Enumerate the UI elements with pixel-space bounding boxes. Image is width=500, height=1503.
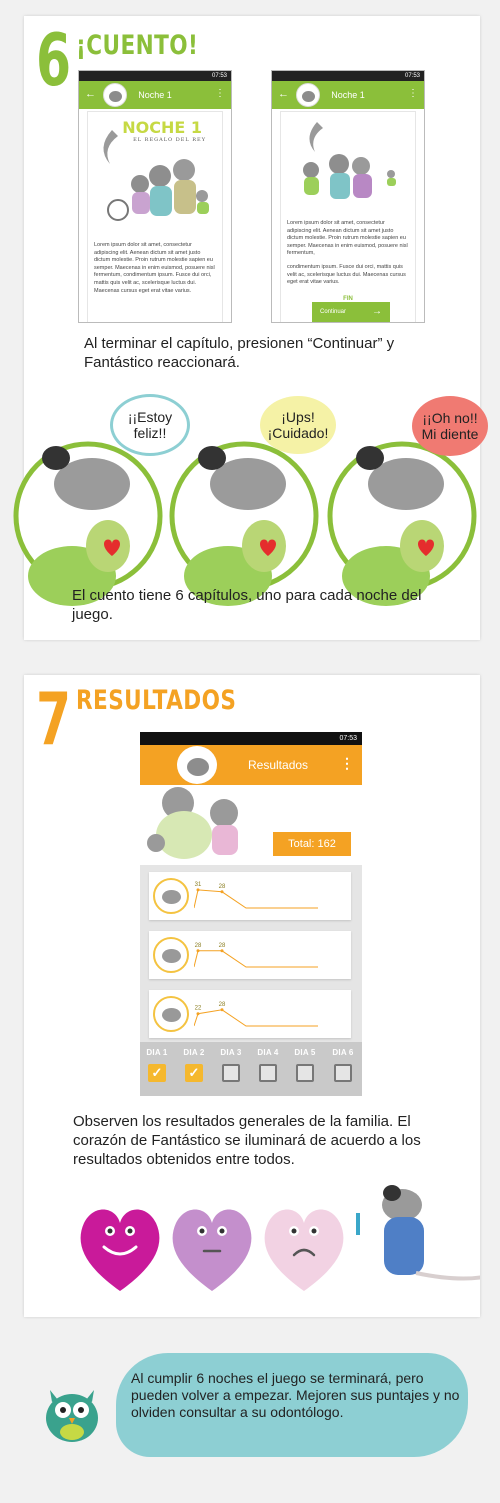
checkbox-checked-icon[interactable]: ✓ bbox=[185, 1064, 203, 1082]
member-result-card[interactable]: 31 28 bbox=[149, 872, 351, 920]
status-bar: 07:53 bbox=[79, 71, 231, 81]
score-label: 22 bbox=[195, 1006, 202, 1012]
arrow-right-icon: → bbox=[372, 306, 382, 317]
app-bar-title: Noche 1 bbox=[138, 90, 172, 100]
heart-neutral-icon bbox=[172, 1209, 252, 1291]
story-page: NOCHE 1 EL REGALO DEL REY Lorem ipsum do… bbox=[87, 111, 223, 322]
character-happy bbox=[13, 441, 163, 606]
score-point bbox=[220, 1008, 224, 1012]
score-point bbox=[196, 1012, 200, 1016]
character-sad bbox=[327, 441, 477, 606]
score-label: 28 bbox=[219, 884, 226, 890]
heart-happy-icon bbox=[80, 1209, 160, 1291]
speech-bubble-happy: ¡¡Estoy feliz!! bbox=[110, 394, 190, 456]
chapter-subtitle: EL REGALO DEL REY bbox=[133, 137, 206, 143]
score-label: 28 bbox=[195, 943, 202, 949]
day-label: DIA 4 bbox=[257, 1048, 279, 1057]
bubble-text: ¡¡Estoy feliz!! bbox=[127, 409, 173, 441]
member-avatar bbox=[153, 937, 189, 973]
app-bar: ← Noche 1 ⋮ bbox=[79, 81, 231, 109]
story-text: Lorem ipsum dolor sit amet, consectetur … bbox=[94, 242, 215, 294]
day-5[interactable]: DIA 5 bbox=[290, 1048, 320, 1082]
phone-mockup-chapter-end: 07:53 ← Noche 1 ⋮ Lorem ipsum dolor sit … bbox=[271, 70, 425, 323]
bubble-text: ¡¡Oh no!! Mi diente bbox=[421, 410, 479, 442]
score-line-chart: 22 28 bbox=[194, 1002, 318, 1027]
score-line bbox=[194, 950, 318, 968]
owl-icon bbox=[46, 1390, 98, 1442]
menu-icon[interactable]: ⋮ bbox=[215, 88, 225, 99]
speech-bubble-worried: ¡Ups! ¡Cuidado! bbox=[260, 396, 336, 454]
app-bar-title: Noche 1 bbox=[331, 90, 365, 100]
chapter-title: NOCHE 1 bbox=[122, 118, 202, 137]
day-label: DIA 1 bbox=[146, 1048, 168, 1057]
menu-icon[interactable]: ⋮ bbox=[340, 755, 354, 772]
character-worried bbox=[169, 441, 319, 606]
member-result-card[interactable]: 28 28 bbox=[149, 931, 351, 979]
continue-button[interactable]: Continuar → bbox=[312, 302, 390, 322]
member-result-card[interactable]: 22 28 bbox=[149, 990, 351, 1038]
score-line-chart: 31 28 bbox=[194, 882, 318, 909]
day-label: DIA 5 bbox=[294, 1048, 316, 1057]
step-number: 6 bbox=[36, 18, 72, 102]
score-point bbox=[220, 890, 224, 894]
score-label: 28 bbox=[219, 1002, 226, 1008]
day-4[interactable]: DIA 4 bbox=[253, 1048, 283, 1082]
heart-sad-icon bbox=[264, 1209, 344, 1291]
speech-bubble-sad: ¡¡Oh no!! Mi diente bbox=[412, 396, 488, 456]
story-text-1: Lorem ipsum dolor sit amet, consectetur … bbox=[287, 220, 408, 257]
total-score-badge: Total: 162 bbox=[273, 832, 351, 856]
checkbox-empty-icon[interactable] bbox=[259, 1064, 277, 1082]
checkbox-empty-icon[interactable] bbox=[296, 1064, 314, 1082]
bubble-text: ¡Ups! ¡Cuidado! bbox=[267, 409, 329, 441]
day-3[interactable]: DIA 3 bbox=[216, 1048, 246, 1082]
status-bar: 07:53 bbox=[272, 71, 424, 81]
checkbox-empty-icon[interactable] bbox=[334, 1064, 352, 1082]
family-illustration bbox=[147, 787, 238, 859]
final-note: Al cumplir 6 noches el juego se terminar… bbox=[131, 1370, 460, 1420]
checkbox-checked-icon[interactable]: ✓ bbox=[148, 1064, 166, 1082]
day-1[interactable]: DIA 1 ✓ bbox=[142, 1048, 172, 1082]
score-line bbox=[194, 1009, 318, 1027]
step-number: 7 bbox=[36, 677, 72, 761]
score-label: 28 bbox=[219, 943, 226, 949]
mood-hearts bbox=[80, 1185, 480, 1291]
status-time: 07:53 bbox=[211, 73, 227, 79]
status-time: 07:53 bbox=[339, 735, 357, 742]
member-avatar bbox=[153, 996, 189, 1032]
score-line-chart: 28 28 bbox=[194, 943, 318, 968]
section-cuento: 6 ¡CUENTO! 07:53 ← Noche 1 ⋮ NOCHE 1 EL … bbox=[13, 16, 488, 640]
status-time: 07:53 bbox=[404, 73, 420, 79]
day-label: DIA 6 bbox=[332, 1048, 354, 1057]
phone-mockup-chapter-start: 07:53 ← Noche 1 ⋮ NOCHE 1 EL REGALO DEL … bbox=[78, 70, 232, 323]
day-label: DIA 3 bbox=[220, 1048, 242, 1057]
menu-icon[interactable]: ⋮ bbox=[408, 88, 418, 99]
section-title: RESULTADOS bbox=[76, 685, 237, 716]
day-label: DIA 2 bbox=[183, 1048, 205, 1057]
score-label: 31 bbox=[195, 882, 202, 888]
app-bar: ← Noche 1 ⋮ bbox=[272, 81, 424, 109]
avatar bbox=[177, 746, 217, 784]
character-brushing bbox=[356, 1185, 480, 1281]
section-resultados: 7 RESULTADOS 07:53 Resultados ⋮ Total: 1… bbox=[24, 675, 480, 1317]
story-text-2: condimentum ipsum. Fusce dui orci, matti… bbox=[287, 264, 406, 286]
app-bar-title: Resultados bbox=[248, 758, 309, 772]
day-2[interactable]: DIA 2 ✓ bbox=[179, 1048, 209, 1082]
status-bar: 07:53 bbox=[140, 732, 362, 745]
continue-label: Continuar bbox=[320, 309, 347, 315]
score-point bbox=[220, 949, 224, 953]
score-point bbox=[196, 888, 200, 892]
story-illustration bbox=[303, 122, 396, 199]
caption-continue: Al terminar el capítulo, presionen “Cont… bbox=[84, 335, 395, 371]
member-avatar bbox=[153, 878, 189, 914]
day-6[interactable]: DIA 6 bbox=[328, 1048, 358, 1082]
checkbox-empty-icon[interactable] bbox=[222, 1064, 240, 1082]
story-page: Lorem ipsum dolor sit amet, consectetur … bbox=[280, 111, 416, 322]
section-title: ¡CUENTO! bbox=[76, 30, 199, 61]
caption-results: Observen los resultados generales de la … bbox=[73, 1113, 421, 1168]
phone-mockup-results: 07:53 Resultados ⋮ Total: 162 31 28 28 28 bbox=[140, 732, 362, 1096]
app-bar: Resultados ⋮ bbox=[140, 745, 362, 785]
score-point bbox=[196, 949, 200, 953]
score-line bbox=[194, 889, 318, 909]
caption-chapters: El cuento tiene 6 capítulos, uno para ca… bbox=[72, 587, 422, 623]
